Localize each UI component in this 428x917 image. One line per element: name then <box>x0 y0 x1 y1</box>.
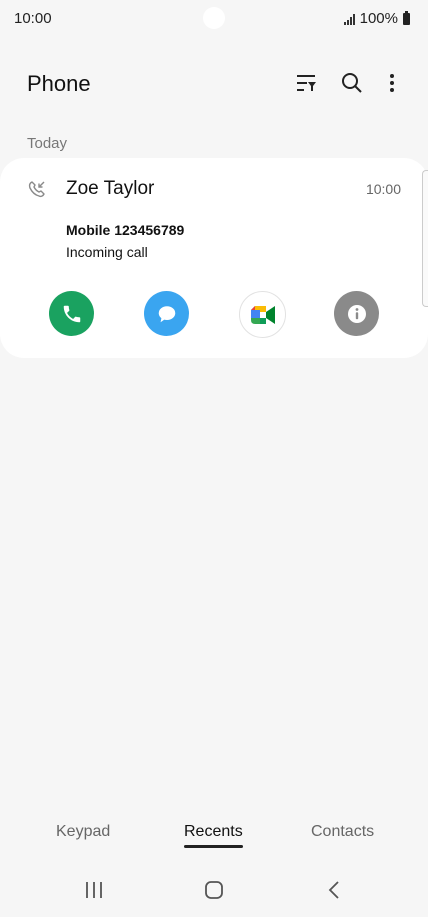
info-icon <box>347 304 366 323</box>
info-button[interactable] <box>334 291 379 336</box>
page-title: Phone <box>27 71 91 96</box>
call-button[interactable] <box>49 291 94 336</box>
call-number: Mobile 123456789 <box>66 222 185 238</box>
call-status: Incoming call <box>66 244 148 260</box>
tab-keypad[interactable]: Keypad <box>56 823 110 841</box>
status-indicators: 100% <box>343 10 410 27</box>
call-time: 10:00 <box>365 181 401 197</box>
contact-name: Zoe Taylor <box>66 178 155 199</box>
back-icon[interactable] <box>320 878 348 902</box>
filter-icon[interactable] <box>293 70 319 96</box>
system-navigation-bar <box>0 870 428 910</box>
call-log-item[interactable]: Zoe Taylor 10:00 Mobile 123456789 Incomi… <box>0 158 428 358</box>
camera-cutout <box>203 7 225 29</box>
bottom-tab-bar: Keypad Recents Contacts <box>0 818 428 858</box>
section-header-today: Today <box>27 135 68 152</box>
incoming-call-icon <box>28 180 46 203</box>
tab-contacts[interactable]: Contacts <box>311 823 374 841</box>
scrollbar[interactable] <box>422 170 428 307</box>
phone-icon <box>63 305 80 322</box>
battery-icon <box>403 10 410 25</box>
status-time: 10:00 <box>14 10 52 27</box>
tab-recents[interactable]: Recents <box>184 823 243 841</box>
status-bar: 10:00 100% <box>0 0 428 38</box>
video-call-button[interactable] <box>239 291 286 338</box>
app-bar: Phone <box>0 58 428 110</box>
home-icon[interactable] <box>200 878 228 902</box>
search-icon[interactable] <box>339 70 365 96</box>
more-options-icon[interactable] <box>379 70 405 96</box>
message-icon <box>158 305 175 322</box>
battery-level: 100% <box>359 10 398 27</box>
active-tab-indicator <box>184 845 243 848</box>
recent-apps-icon[interactable] <box>80 878 108 902</box>
message-button[interactable] <box>144 291 189 336</box>
signal-icon <box>343 13 355 25</box>
video-call-icon <box>250 305 275 324</box>
